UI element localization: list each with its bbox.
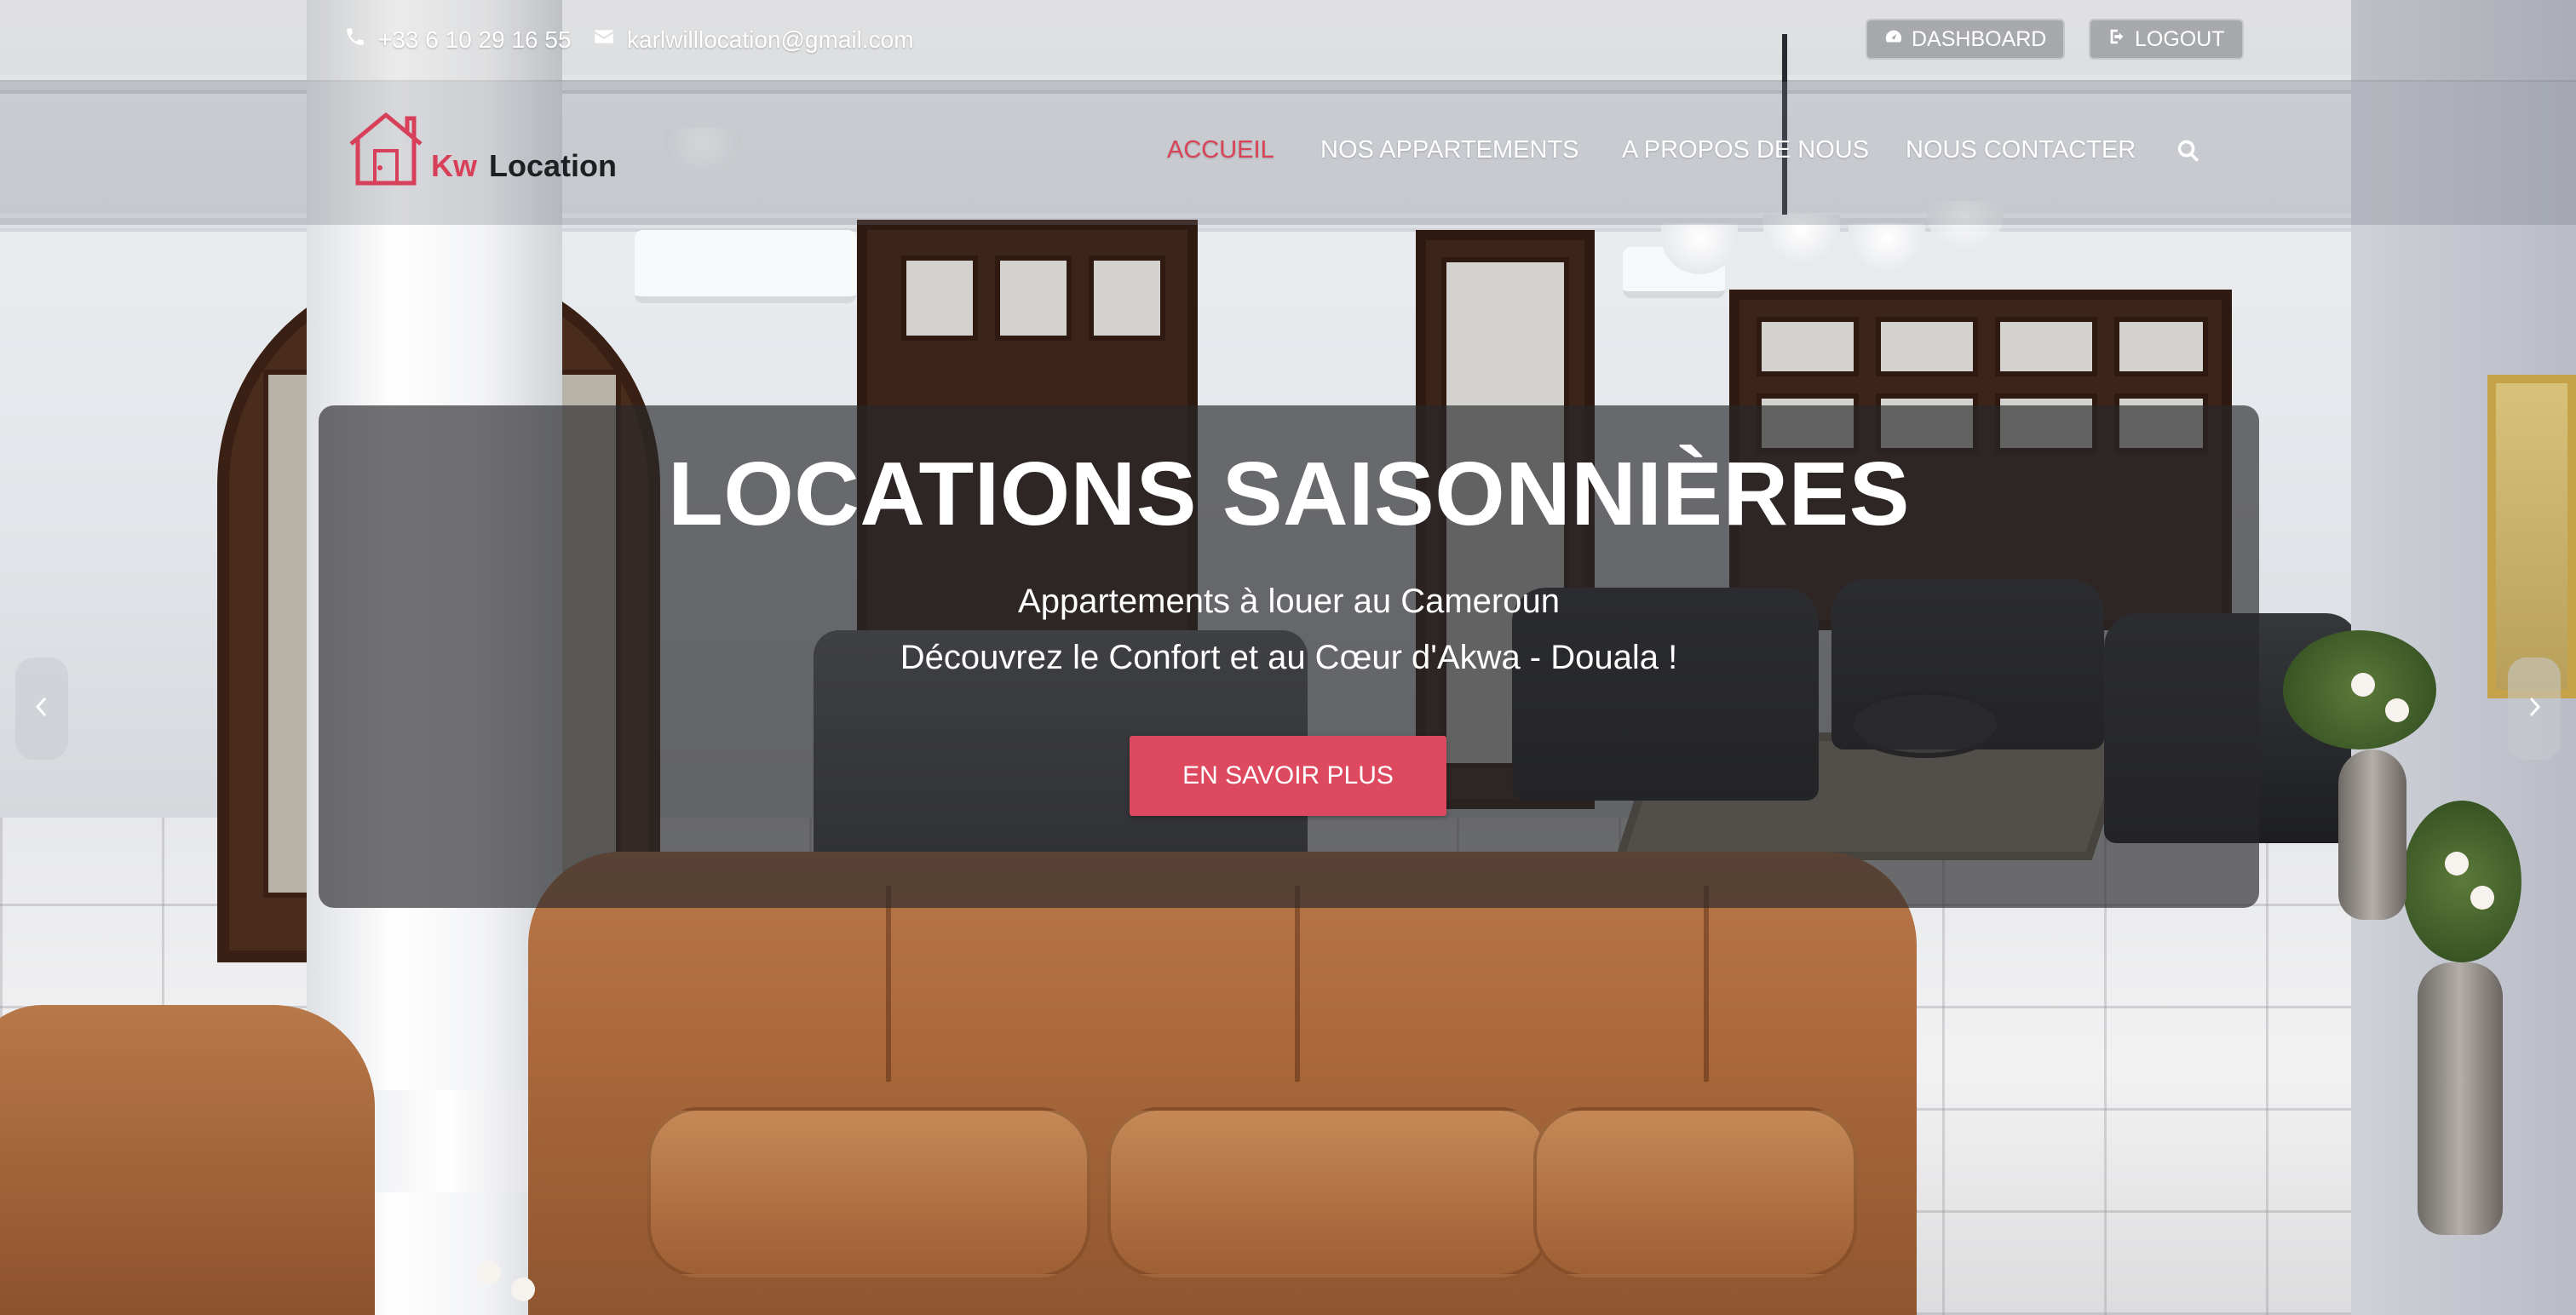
slider-next-button[interactable]	[2508, 658, 2561, 760]
chandelier-shade	[1849, 223, 1925, 274]
main-navbar: Kw Location ACCUEIL NOS APPARTEMENTS A P…	[0, 82, 2576, 225]
hero-subtitle-1: Appartements à louer au Cameroun	[1018, 583, 1560, 620]
vase	[2338, 749, 2406, 920]
house-logo-icon	[346, 110, 426, 192]
email-contact[interactable]: karlwilllocation@gmail.com	[593, 26, 914, 54]
brown-armchair	[0, 1005, 375, 1315]
phone-contact[interactable]: +33 6 10 29 16 55	[344, 26, 572, 54]
nav-item-contact[interactable]: NOUS CONTACTER	[1906, 136, 2136, 164]
plant	[2402, 801, 2521, 962]
air-conditioner	[635, 230, 856, 303]
search-icon[interactable]	[2176, 138, 2201, 164]
nav-item-appartements[interactable]: NOS APPARTEMENTS	[1320, 136, 1579, 164]
chevron-left-icon	[33, 694, 50, 724]
email-address: karlwilllocation@gmail.com	[627, 26, 914, 53]
wall-painting	[2487, 375, 2576, 698]
nav-link-contact[interactable]: NOUS CONTACTER	[1906, 136, 2136, 164]
dashboard-label: DASHBOARD	[1912, 26, 2047, 51]
site-logo[interactable]: Kw Location	[346, 112, 617, 192]
logo-text-kw: Kw	[431, 148, 477, 183]
logout-icon	[2107, 27, 2126, 52]
hero-title: LOCATIONS SAISONNIÈRES	[668, 444, 1910, 544]
logout-button[interactable]: LOGOUT	[2089, 19, 2244, 60]
dashboard-gauge-icon	[1884, 27, 1903, 52]
hero-subtitle-2: Découvrez le Confort et au Cœur d'Akwa -…	[900, 639, 1678, 676]
logout-label: LOGOUT	[2135, 26, 2225, 51]
logo-text-location: Location	[489, 148, 617, 183]
nav-item-a-propos[interactable]: A PROPOS DE NOUS	[1622, 136, 1869, 164]
brown-leather-sofa	[528, 852, 1917, 1315]
nav-link-accueil[interactable]: ACCUEIL	[1167, 136, 1274, 164]
nav-item-accueil[interactable]: ACCUEIL	[1167, 136, 1274, 164]
phone-number: +33 6 10 29 16 55	[378, 26, 572, 53]
dashboard-button[interactable]: DASHBOARD	[1866, 19, 2066, 60]
vase	[2418, 962, 2503, 1235]
nav-link-a-propos[interactable]: A PROPOS DE NOUS	[1622, 136, 1869, 164]
en-savoir-plus-button[interactable]: EN SAVOIR PLUS	[1130, 736, 1446, 816]
chevron-right-icon	[2526, 694, 2543, 724]
nav-link-appartements[interactable]: NOS APPARTEMENTS	[1320, 136, 1579, 164]
top-info-bar: +33 6 10 29 16 55 karlwilllocation@gmail…	[0, 0, 2576, 82]
phone-icon	[344, 26, 366, 54]
slider-prev-button[interactable]	[15, 658, 68, 760]
hero-caption-panel: LOCATIONS SAISONNIÈRES Appartements à lo…	[319, 405, 2259, 908]
envelope-icon	[593, 26, 615, 54]
